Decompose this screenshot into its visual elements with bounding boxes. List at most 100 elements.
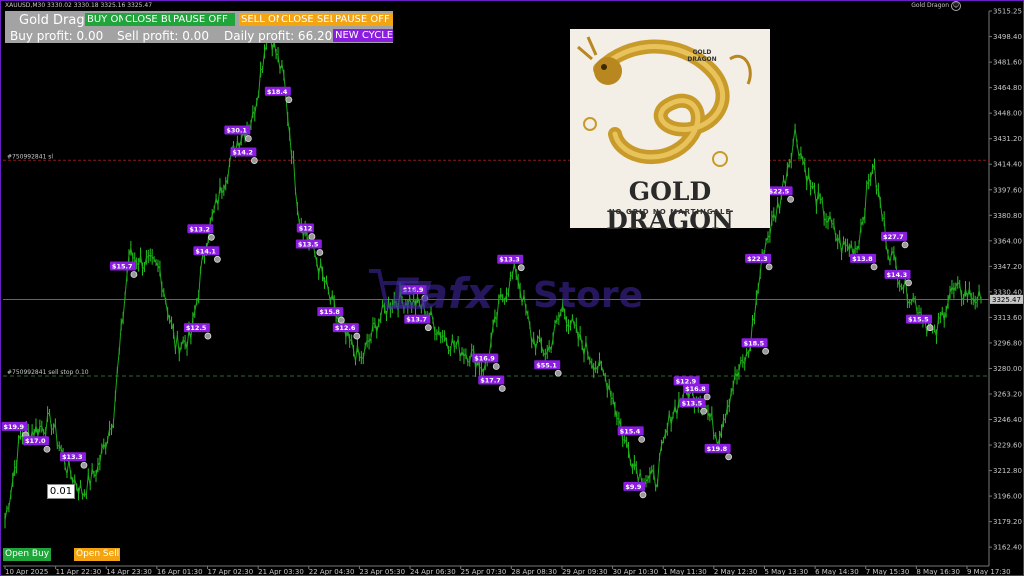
trade-profit-label: $15.8 — [319, 308, 340, 316]
trade-profit-label: $13.5 — [298, 241, 319, 249]
trade-marker-icon — [870, 263, 878, 271]
trade-marker-icon — [204, 332, 212, 340]
trade-profit-label: $13.3 — [499, 256, 520, 264]
chart-window[interactable]: XAUUSD,M30 3330.02 3330.18 3325.16 3325.… — [0, 0, 1024, 576]
trade-profit-label: $9.9 — [625, 483, 642, 491]
open-buy-button[interactable]: Open Buy — [3, 548, 51, 561]
current-price-value: 3325.47 — [992, 296, 1021, 304]
y-tick-label: 3313.60 — [993, 314, 1022, 322]
daily-profit-text: Daily profit: 66.20 — [224, 29, 333, 43]
trade-profit-label: $16.9 — [474, 354, 495, 362]
x-tick-label: 11 Apr 22:30 — [56, 568, 102, 575]
trade-profit-label: $15.7 — [112, 263, 133, 271]
close-sell-button[interactable]: CLOSE SELL — [279, 13, 335, 26]
y-tick-label: 3431.20 — [993, 135, 1022, 143]
trade-profit-label: $55.1 — [536, 361, 557, 369]
trade-marker-icon — [498, 385, 506, 392]
trade-profit-label: $14.2 — [232, 149, 253, 157]
x-tick-label: 24 Apr 06:30 — [410, 568, 456, 575]
logo-corner-text: GOLD DRAGON — [687, 49, 717, 63]
sell-on-button[interactable]: SELL ON — [239, 13, 281, 26]
trade-marker-icon — [725, 453, 733, 461]
stop-loss-label: #750992841 sl — [7, 153, 53, 160]
trade-marker-icon — [207, 233, 215, 241]
trade-marker-icon — [285, 96, 293, 104]
trade-marker-icon — [244, 135, 252, 142]
trade-profit-label: $16.8 — [685, 385, 706, 393]
trade-profit-label: $22.3 — [747, 255, 768, 263]
trade-marker-icon — [905, 279, 912, 287]
trade-marker-icon — [130, 271, 138, 278]
trade-profit-label: $15.5 — [908, 316, 929, 324]
x-tick-label: 22 Apr 04:30 — [309, 568, 355, 575]
x-tick-label: 9 May 17:30 — [967, 568, 1011, 575]
logo-title: GOLD DRAGON — [606, 177, 734, 235]
buy-on-button[interactable]: BUY ON — [85, 13, 125, 26]
ea-panel: Gold Dragon BUY ON CLOSE BUY PAUSE OFF S… — [5, 11, 393, 43]
trade-profit-label: $13.5 — [682, 399, 703, 407]
trade-marker-icon — [639, 491, 647, 499]
trade-profit-label: $17.0 — [25, 437, 46, 445]
trade-marker-icon — [316, 249, 324, 256]
logo-subtitle: NO GRID NO MARTINGALE — [608, 208, 732, 216]
y-tick-label: 3397.60 — [993, 186, 1022, 194]
y-tick-label: 3212.80 — [993, 467, 1022, 475]
trade-marker-icon — [43, 445, 51, 453]
x-tick-label: 25 Apr 07:30 — [461, 568, 507, 575]
x-tick-label: 23 Apr 05:30 — [359, 568, 405, 575]
trade-marker-icon — [308, 233, 316, 240]
trade-marker-icon — [926, 324, 934, 332]
x-tick-label: 5 May 13:30 — [764, 568, 808, 575]
trade-marker-icon — [517, 264, 525, 272]
open-sell-button[interactable]: Open Sell — [74, 548, 120, 561]
trade-profit-label: $13.3 — [62, 453, 83, 461]
y-tick-label: 3347.20 — [993, 263, 1022, 271]
x-tick-label: 21 Apr 03:30 — [258, 568, 304, 575]
x-tick-label: 2 May 12:30 — [714, 568, 758, 575]
y-tick-label: 3280.00 — [993, 365, 1022, 373]
sell-stop-label: #750992841 sell stop 0.10 — [7, 369, 89, 376]
trade-marker-icon — [765, 263, 773, 271]
x-tick-label: 7 May 15:30 — [866, 568, 910, 575]
y-tick-label: 3498.40 — [993, 33, 1022, 41]
trade-marker-icon — [337, 316, 345, 324]
watermark-brand: Eafx — [391, 269, 494, 318]
trade-marker-icon — [80, 461, 88, 469]
new-cycle-button[interactable]: NEW CYCLE — [333, 29, 393, 42]
y-tick-label: 3296.80 — [993, 339, 1022, 347]
y-tick-label: 3380.80 — [993, 212, 1022, 220]
trade-profit-label: $27.7 — [883, 233, 904, 241]
gold-dragon-logo: GOLD DRAGON GOLD DRAGON NO GRID NO MARTI… — [570, 29, 770, 235]
y-tick-label: 3414.40 — [993, 161, 1022, 169]
x-tick-label: 29 Apr 09:30 — [562, 568, 608, 575]
sell-profit-text: Sell profit: 0.00 — [117, 29, 209, 43]
trade-profit-label: $12 — [299, 225, 313, 233]
trade-profit-label: $14.1 — [195, 247, 216, 255]
pause-buy-button[interactable]: PAUSE OFF — [171, 13, 235, 26]
x-tick-label: 16 Apr 01:30 — [157, 568, 203, 575]
trade-marker-icon — [250, 157, 258, 164]
trade-profit-label: $15.4 — [620, 427, 641, 435]
x-tick-label: 14 Apr 23:30 — [106, 568, 152, 575]
y-tick-label: 3179.20 — [993, 518, 1022, 526]
trade-marker-icon — [424, 324, 432, 332]
y-tick-label: 3364.00 — [993, 237, 1022, 245]
trade-marker-icon — [213, 255, 221, 263]
y-tick-label: 3196.00 — [993, 493, 1022, 501]
trade-marker-icon — [700, 407, 708, 415]
trade-marker-icon — [554, 369, 562, 377]
trade-profit-label: $13.8 — [852, 255, 873, 263]
y-tick-label: 3229.60 — [993, 442, 1022, 450]
y-tick-label: 3246.40 — [993, 416, 1022, 424]
close-buy-button[interactable]: CLOSE BUY — [123, 13, 173, 26]
trade-profit-label: $18.4 — [267, 88, 288, 96]
pause-sell-button[interactable]: PAUSE OFF — [333, 13, 393, 26]
x-tick-label: 1 May 11:30 — [663, 568, 707, 575]
dragon-emblem-icon — [577, 36, 752, 167]
watermark-suffix: Store — [533, 275, 644, 316]
lot-size-field[interactable]: 0.01 — [47, 484, 75, 499]
trade-profit-label: $19.9 — [3, 423, 24, 431]
price-chart[interactable]: 3515.25 3498.40 3481.60 3464.80 3448.00 3431.… — [1, 1, 1023, 575]
x-tick-label: 8 May 16:30 — [916, 568, 960, 575]
trade-marker-icon — [762, 347, 770, 355]
